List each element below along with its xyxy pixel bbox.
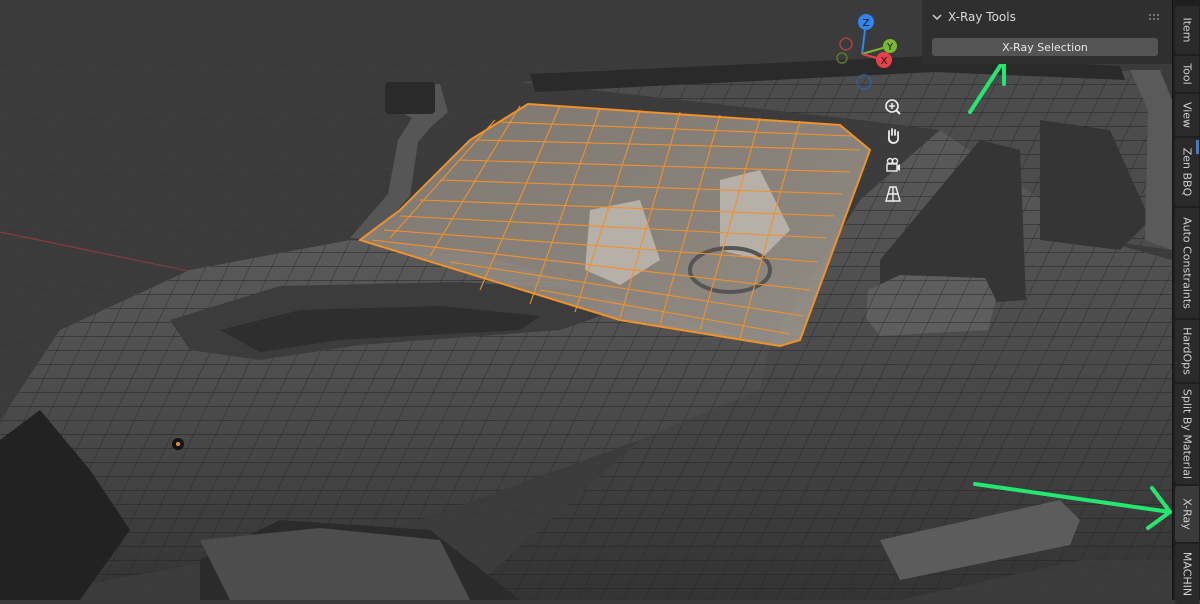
tab-item[interactable]: Item — [1175, 6, 1199, 54]
tab-label: Auto Constraints — [1180, 217, 1194, 309]
gizmo-neg-y[interactable] — [836, 52, 848, 64]
hand-pan-icon[interactable] — [880, 123, 906, 149]
tab-label: Zen BBQ — [1180, 147, 1194, 197]
gizmo-x-label: X — [881, 56, 888, 67]
viewport-nav-icons — [880, 94, 906, 210]
tab-label: MACHIN — [1180, 551, 1194, 597]
tab-machin[interactable]: MACHIN — [1175, 544, 1199, 604]
panel-title: X-Ray Tools — [948, 10, 1016, 24]
sidebar-tabs: Item Tool View Zen BBQ Auto Constraints … — [1172, 0, 1200, 604]
gizmo-y-label: Y — [886, 42, 894, 53]
chevron-down-icon[interactable] — [932, 12, 942, 22]
gizmo-z-label: Z — [863, 18, 870, 29]
tab-label: View — [1180, 101, 1194, 129]
navigation-gizmo[interactable]: Z Y X — [828, 10, 908, 90]
xray-selection-button[interactable]: X-Ray Selection — [932, 38, 1158, 56]
gizmo-neg-x[interactable] — [839, 37, 853, 51]
tab-label: Split By Material — [1180, 388, 1194, 480]
tab-label: X-Ray — [1180, 498, 1194, 530]
active-indicator — [1196, 140, 1199, 154]
camera-icon[interactable] — [880, 152, 906, 178]
tab-hardops[interactable]: HardOps — [1175, 320, 1199, 382]
zoom-icon[interactable] — [880, 94, 906, 120]
tab-tool[interactable]: Tool — [1175, 56, 1199, 92]
panel-header[interactable]: X-Ray Tools — [922, 4, 1172, 30]
tab-label: HardOps — [1180, 327, 1194, 375]
3d-viewport[interactable] — [0, 0, 1200, 600]
tab-view[interactable]: View — [1175, 94, 1199, 136]
drag-handle-icon[interactable] — [1148, 13, 1160, 21]
grid-perspective-icon[interactable] — [880, 181, 906, 207]
tab-split-by-material[interactable]: Split By Material — [1175, 384, 1199, 484]
sidebar-panel: X-Ray Tools X-Ray Selection — [922, 0, 1172, 64]
tab-x-ray[interactable]: X-Ray — [1175, 486, 1199, 542]
tab-auto-constraints[interactable]: Auto Constraints — [1175, 208, 1199, 318]
gizmo-neg-z[interactable] — [856, 74, 872, 90]
tab-label: Tool — [1180, 63, 1194, 85]
tab-label: Item — [1180, 17, 1194, 43]
